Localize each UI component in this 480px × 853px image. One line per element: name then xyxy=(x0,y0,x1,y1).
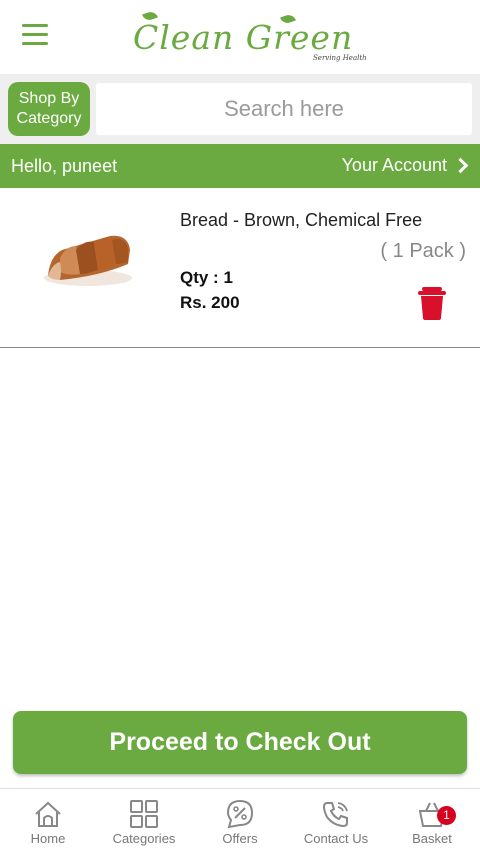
search-box xyxy=(96,83,472,135)
nav-basket-label: Basket xyxy=(412,831,452,846)
chevron-right-icon xyxy=(452,157,469,174)
grid-icon xyxy=(130,800,158,828)
trash-icon[interactable] xyxy=(418,286,446,320)
nav-categories-label: Categories xyxy=(112,831,176,846)
nav-categories[interactable]: Categories xyxy=(96,789,192,853)
app-header: Clean Green Serving Health xyxy=(0,0,480,74)
bread-image xyxy=(44,235,132,286)
greeting-bar: Hello, puneet Your Account xyxy=(0,144,480,188)
cart-item: Bread - Brown, Chemical Free ( 1 Pack ) … xyxy=(0,188,480,348)
nav-home-label: Home xyxy=(30,831,66,846)
your-account-label: Your Account xyxy=(341,155,447,175)
offer-icon xyxy=(226,799,254,829)
item-pack-size: ( 1 Pack ) xyxy=(380,240,466,262)
phone-icon xyxy=(322,802,348,828)
nav-offers[interactable]: Offers xyxy=(192,789,288,853)
logo-tagline: Serving Health xyxy=(313,54,367,62)
bottom-navigation: Home Categories Offers Contact Us 1 Bask… xyxy=(0,788,480,853)
nav-home[interactable]: Home xyxy=(0,789,96,853)
item-name: Bread - Brown, Chemical Free xyxy=(180,210,423,230)
basket-count-badge: 1 xyxy=(437,806,456,825)
proceed-to-checkout-button[interactable]: Proceed to Check Out xyxy=(13,711,467,774)
nav-contact[interactable]: Contact Us xyxy=(288,789,384,853)
home-icon xyxy=(35,801,61,827)
your-account-link[interactable]: Your Account xyxy=(341,155,469,176)
app-screen: Clean Green Serving Health Shop By Categ… xyxy=(0,0,480,853)
clean-green-logo: Clean Green Serving Health xyxy=(133,9,373,66)
logo-text: Clean Green xyxy=(133,18,354,57)
nav-contact-label: Contact Us xyxy=(303,831,369,846)
greeting-text: Hello, puneet xyxy=(11,156,118,176)
search-input[interactable] xyxy=(96,83,472,135)
shop-by-category-button[interactable]: Shop By Category xyxy=(8,82,90,136)
hamburger-menu-icon[interactable] xyxy=(22,24,52,50)
search-row: Shop By Category xyxy=(0,74,480,144)
item-price: Rs. 200 xyxy=(180,293,240,312)
nav-basket[interactable]: 1 Basket xyxy=(384,789,480,853)
nav-offers-label: Offers xyxy=(222,831,258,846)
item-quantity: Qty : 1 xyxy=(180,268,233,287)
